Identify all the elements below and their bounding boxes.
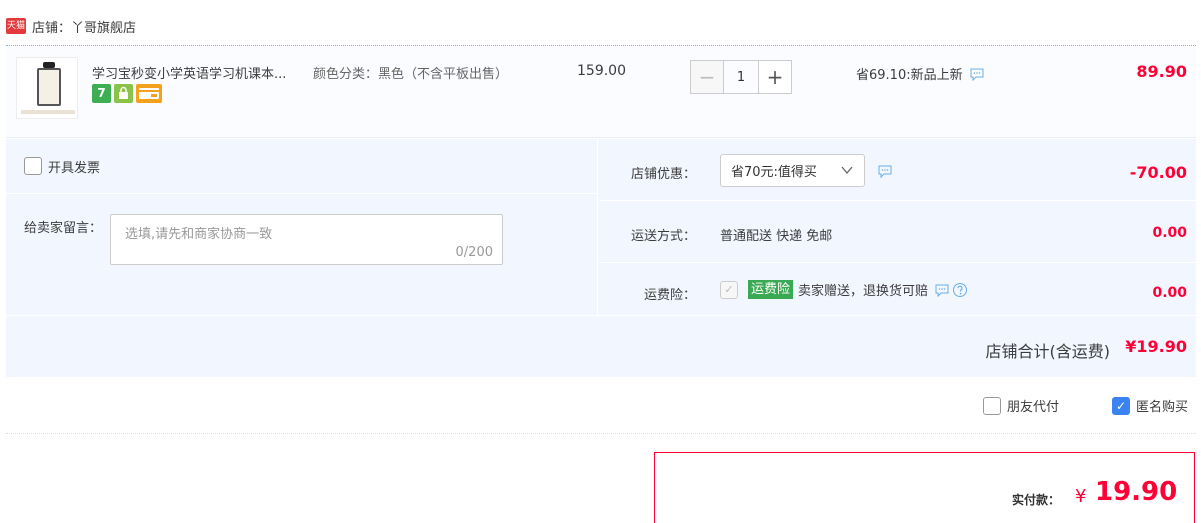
seven-day-return-icon[interactable]: 7 <box>92 84 111 103</box>
product-title[interactable]: 学习宝秒变小学英语学习机课本... <box>92 63 286 82</box>
shipping-row: 运送方式： 普通配送 快递 免邮 0.00 <box>599 201 1196 263</box>
quantity-input[interactable]: 1 <box>724 60 758 94</box>
unit-price: 159.00 <box>577 63 626 79</box>
quantity-decrease-button[interactable]: − <box>690 60 724 94</box>
order-item-row: 学习宝秒变小学英语学习机课本... 颜色分类：黑色（不含平板出售） 7 159.… <box>6 46 1196 138</box>
seller-message-count: 0/200 <box>455 245 493 260</box>
coupon-amount: -70.00 <box>1129 163 1187 182</box>
payment-currency: ¥ <box>1075 486 1087 507</box>
anonymous-purchase-label[interactable]: 匿名购买 <box>1136 396 1188 415</box>
shop-name[interactable]: 店铺：丫哥旗舰店 <box>32 17 136 36</box>
anonymous-purchase-checkbox[interactable]: ✓ <box>1112 396 1130 415</box>
chevron-down-icon <box>841 166 853 175</box>
shipping-amount: 0.00 <box>1152 225 1187 241</box>
invoice-label[interactable]: 开具发票 <box>48 157 100 176</box>
product-thumbnail[interactable] <box>16 57 78 119</box>
item-total-price: 89.90 <box>1136 62 1187 81</box>
coupon-row: 店铺优惠： 省70元:值得买 -70.00 <box>599 139 1196 201</box>
invoice-checkbox[interactable] <box>24 157 42 175</box>
buyer-options: 开具发票 给卖家留言： 选填,请先和商家协商一致 0/200 <box>6 139 598 315</box>
item-promotion: 省69.10:新品上新 <box>856 64 985 83</box>
purchase-options: 朋友代付 ✓ 匿名购买 <box>6 376 1196 434</box>
friend-pay-checkbox[interactable] <box>983 396 1001 415</box>
seller-message-input[interactable]: 选填,请先和商家协商一致 0/200 <box>110 214 503 265</box>
seller-message-label: 给卖家留言： <box>24 221 103 236</box>
coupon-selected-value: 省70元:值得买 <box>731 165 817 180</box>
quantity-increase-button[interactable]: + <box>758 60 792 94</box>
thumbnail-caption-bar <box>21 110 75 114</box>
promotion-text: 省69.10:新品上新 <box>856 68 963 83</box>
coupon-label: 店铺优惠： <box>630 167 696 182</box>
chat-icon[interactable] <box>969 66 985 82</box>
device-stand-shape <box>37 68 61 106</box>
invoice-option[interactable]: 开具发票 <box>6 139 598 194</box>
order-block: 学习宝秒变小学英语学习机课本... 颜色分类：黑色（不含平板出售） 7 159.… <box>6 45 1196 377</box>
product-sku: 颜色分类：黑色（不含平板出售） <box>313 67 509 82</box>
insurance-row: 运费险： ✓ 运费险 卖家赠送，退换货可赔 0.00 <box>599 263 1196 315</box>
shipping-method: 普通配送 快递 免邮 <box>720 229 833 244</box>
shop-header: 天猫 店铺：丫哥旗舰店 <box>6 14 136 38</box>
chat-icon[interactable] <box>877 163 893 179</box>
friend-pay-label[interactable]: 朋友代付 <box>1007 396 1059 415</box>
shop-subtotal-value: ¥19.90 <box>1125 337 1187 356</box>
shipping-label: 运送方式： <box>630 229 696 244</box>
friend-pay-option[interactable]: 朋友代付 <box>983 396 1059 415</box>
shop-subtotal-label: 店铺合计(含运费) <box>985 342 1111 361</box>
payment-label: 实付款： <box>1012 493 1061 507</box>
coupon-select[interactable]: 省70元:值得买 <box>720 154 865 187</box>
service-icons: 7 <box>92 84 165 103</box>
insurance-tag: 运费险 <box>748 280 794 299</box>
insurance-detail: ✓ 运费险 卖家赠送，退换货可赔 <box>720 280 968 299</box>
shop-subtotal: 店铺合计(含运费) ¥19.90 <box>6 315 1196 377</box>
insurance-checkbox: ✓ <box>720 280 738 299</box>
payment-summary: 实付款： ¥ 19.90 <box>654 452 1195 523</box>
tmall-logo-icon: 天猫 <box>6 18 26 34</box>
help-icon[interactable] <box>952 282 968 298</box>
insurance-amount: 0.00 <box>1152 285 1187 301</box>
insurance-text: 卖家赠送，退换货可赔 <box>798 284 929 299</box>
card-icon[interactable] <box>136 84 162 103</box>
chat-icon[interactable] <box>934 282 950 298</box>
lock-icon[interactable] <box>114 84 133 103</box>
order-extras-panel: 开具发票 给卖家留言： 选填,请先和商家协商一致 0/200 店铺优惠： 省70… <box>6 139 1196 377</box>
quantity-stepper: − 1 + <box>690 60 792 94</box>
payment-amount: 19.90 <box>1095 477 1178 507</box>
order-pricing: 店铺优惠： 省70元:值得买 -70.00 运送方式： 普通配送 快递 免邮 0… <box>599 139 1196 315</box>
anonymous-purchase-option[interactable]: ✓ 匿名购买 <box>1112 396 1188 415</box>
insurance-label: 运费险： <box>643 288 696 303</box>
seller-message-placeholder: 选填,请先和商家协商一致 <box>125 227 273 242</box>
